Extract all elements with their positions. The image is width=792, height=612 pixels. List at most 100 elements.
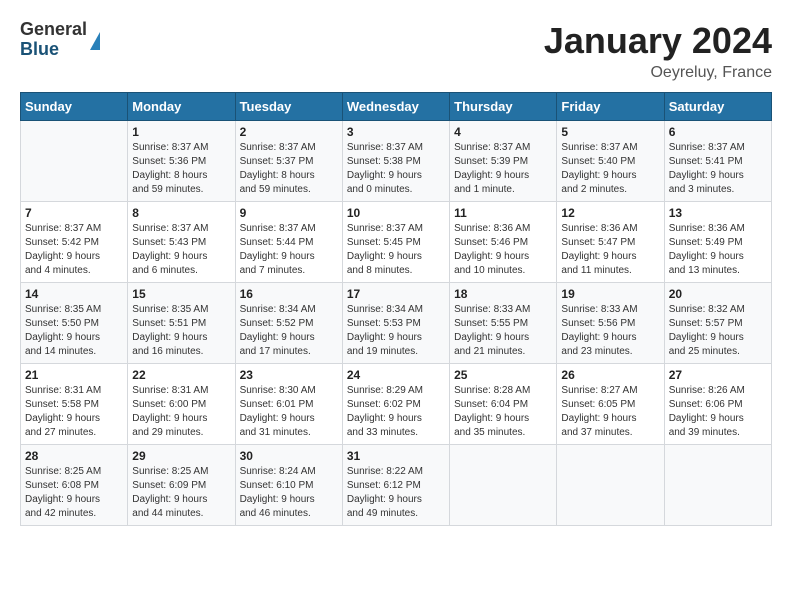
calendar-cell: 3 Sunrise: 8:37 AMSunset: 5:38 PMDaylight…: [342, 121, 449, 202]
day-number: 13: [669, 206, 767, 220]
calendar-cell: 17Sunrise: 8:34 AMSunset: 5:53 PMDayligh…: [342, 283, 449, 364]
day-info: Sunrise: 8:34 AMSunset: 5:53 PMDaylight:…: [347, 303, 445, 359]
day-number: 26: [561, 368, 659, 382]
day-number: 10: [347, 206, 445, 220]
day-number: 27: [669, 368, 767, 382]
calendar-cell: 10 Sunrise: 8:37 AMSunset: 5:45 PMDayligh…: [342, 202, 449, 283]
day-info: Sunrise: 8:29 AMSunset: 6:02 PMDaylight:…: [347, 384, 445, 440]
day-number: 20: [669, 287, 767, 301]
day-info: Sunrise: 8:33 AMSunset: 5:55 PMDaylight:…: [454, 303, 552, 359]
day-number: 7: [25, 206, 123, 220]
weekday-header-wednesday: Wednesday: [342, 93, 449, 121]
calendar-cell: 26 Sunrise: 8:27 AMSunset: 6:05 PMDayligh…: [557, 364, 664, 445]
calendar-cell: 9Sunrise: 8:37 AMSunset: 5:44 PMDaylight…: [235, 202, 342, 283]
calendar-cell: 2 Sunrise: 8:37 AMSunset: 5:37 PMDaylight…: [235, 121, 342, 202]
day-info: Sunrise: 8:34 AMSunset: 5:52 PMDaylight:…: [240, 303, 338, 359]
day-number: 14: [25, 287, 123, 301]
weekday-header-saturday: Saturday: [664, 93, 771, 121]
day-number: 15: [132, 287, 230, 301]
calendar-cell: 16 Sunrise: 8:34 AMSunset: 5:52 PMDayligh…: [235, 283, 342, 364]
header: General Blue January 2024 Oeyreluy, Fran…: [20, 20, 772, 82]
calendar-cell: 5Sunrise: 8:37 AMSunset: 5:40 PMDaylight…: [557, 121, 664, 202]
calendar-cell: 21 Sunrise: 8:31 AMSunset: 5:58 PMDayligh…: [21, 364, 128, 445]
day-number: 28: [25, 449, 123, 463]
day-info: Sunrise: 8:26 AMSunset: 6:06 PMDaylight:…: [669, 384, 767, 440]
day-number: 16: [240, 287, 338, 301]
weekday-header-row: SundayMondayTuesdayWednesdayThursdayFrid…: [21, 93, 772, 121]
day-number: 11: [454, 206, 552, 220]
calendar-cell: 14 Sunrise: 8:35 AMSunset: 5:50 PMDayligh…: [21, 283, 128, 364]
week-row-1: 1 Sunrise: 8:37 AMSunset: 5:36 PMDaylight…: [21, 121, 772, 202]
day-number: 8: [132, 206, 230, 220]
logo-blue-text: Blue: [20, 40, 87, 60]
calendar-cell: 29Sunrise: 8:25 AMSunset: 6:09 PMDayligh…: [128, 445, 235, 526]
calendar-cell: 12 Sunrise: 8:36 AMSunset: 5:47 PMDayligh…: [557, 202, 664, 283]
day-number: 21: [25, 368, 123, 382]
day-info: Sunrise: 8:35 AMSunset: 5:50 PMDaylight:…: [25, 303, 123, 359]
calendar-cell: [664, 445, 771, 526]
weekday-header-monday: Monday: [128, 93, 235, 121]
week-row-2: 7Sunrise: 8:37 AMSunset: 5:42 PMDaylight…: [21, 202, 772, 283]
calendar-cell: 11 Sunrise: 8:36 AMSunset: 5:46 PMDayligh…: [450, 202, 557, 283]
day-info: Sunrise: 8:24 AMSunset: 6:10 PMDaylight:…: [240, 465, 338, 521]
calendar-cell: [557, 445, 664, 526]
calendar-cell: 31Sunrise: 8:22 AMSunset: 6:12 PMDayligh…: [342, 445, 449, 526]
day-number: 12: [561, 206, 659, 220]
day-number: 22: [132, 368, 230, 382]
day-info: Sunrise: 8:35 AMSunset: 5:51 PMDaylight:…: [132, 303, 230, 359]
calendar-cell: [21, 121, 128, 202]
week-row-5: 28 Sunrise: 8:25 AMSunset: 6:08 PMDayligh…: [21, 445, 772, 526]
day-info: Sunrise: 8:37 AMSunset: 5:43 PMDaylight:…: [132, 222, 230, 278]
day-number: 30: [240, 449, 338, 463]
day-number: 3: [347, 125, 445, 139]
day-info: Sunrise: 8:37 AMSunset: 5:41 PMDaylight:…: [669, 141, 767, 197]
day-number: 31: [347, 449, 445, 463]
day-info: Sunrise: 8:37 AMSunset: 5:36 PMDaylight:…: [132, 141, 230, 197]
day-info: Sunrise: 8:27 AMSunset: 6:05 PMDaylight:…: [561, 384, 659, 440]
week-row-3: 14 Sunrise: 8:35 AMSunset: 5:50 PMDayligh…: [21, 283, 772, 364]
weekday-header-friday: Friday: [557, 93, 664, 121]
day-number: 6: [669, 125, 767, 139]
calendar-cell: 8 Sunrise: 8:37 AMSunset: 5:43 PMDaylight…: [128, 202, 235, 283]
logo-triangle-icon: [90, 32, 100, 50]
calendar-title: January 2024: [544, 20, 772, 62]
calendar-cell: 7Sunrise: 8:37 AMSunset: 5:42 PMDaylight…: [21, 202, 128, 283]
day-info: Sunrise: 8:37 AMSunset: 5:37 PMDaylight:…: [240, 141, 338, 197]
day-info: Sunrise: 8:36 AMSunset: 5:46 PMDaylight:…: [454, 222, 552, 278]
day-info: Sunrise: 8:30 AMSunset: 6:01 PMDaylight:…: [240, 384, 338, 440]
day-info: Sunrise: 8:32 AMSunset: 5:57 PMDaylight:…: [669, 303, 767, 359]
day-number: 25: [454, 368, 552, 382]
calendar-cell: 4Sunrise: 8:37 AMSunset: 5:39 PMDaylight…: [450, 121, 557, 202]
day-number: 19: [561, 287, 659, 301]
day-info: Sunrise: 8:37 AMSunset: 5:38 PMDaylight:…: [347, 141, 445, 197]
week-row-4: 21 Sunrise: 8:31 AMSunset: 5:58 PMDayligh…: [21, 364, 772, 445]
calendar-cell: 20 Sunrise: 8:32 AMSunset: 5:57 PMDayligh…: [664, 283, 771, 364]
calendar-table: SundayMondayTuesdayWednesdayThursdayFrid…: [20, 92, 772, 526]
calendar-cell: 15 Sunrise: 8:35 AMSunset: 5:51 PMDayligh…: [128, 283, 235, 364]
day-info: Sunrise: 8:37 AMSunset: 5:45 PMDaylight:…: [347, 222, 445, 278]
day-number: 18: [454, 287, 552, 301]
day-info: Sunrise: 8:31 AMSunset: 6:00 PMDaylight:…: [132, 384, 230, 440]
weekday-header-sunday: Sunday: [21, 93, 128, 121]
calendar-subtitle: Oeyreluy, France: [544, 64, 772, 82]
calendar-cell: 13 Sunrise: 8:36 AMSunset: 5:49 PMDayligh…: [664, 202, 771, 283]
day-number: 23: [240, 368, 338, 382]
logo-general-text: General: [20, 20, 87, 40]
day-number: 1: [132, 125, 230, 139]
calendar-cell: 28 Sunrise: 8:25 AMSunset: 6:08 PMDayligh…: [21, 445, 128, 526]
day-number: 2: [240, 125, 338, 139]
day-info: Sunrise: 8:25 AMSunset: 6:08 PMDaylight:…: [25, 465, 123, 521]
calendar-cell: 1 Sunrise: 8:37 AMSunset: 5:36 PMDaylight…: [128, 121, 235, 202]
day-info: Sunrise: 8:36 AMSunset: 5:47 PMDaylight:…: [561, 222, 659, 278]
calendar-cell: 30 Sunrise: 8:24 AMSunset: 6:10 PMDayligh…: [235, 445, 342, 526]
day-info: Sunrise: 8:31 AMSunset: 5:58 PMDaylight:…: [25, 384, 123, 440]
weekday-header-thursday: Thursday: [450, 93, 557, 121]
calendar-cell: 25Sunrise: 8:28 AMSunset: 6:04 PMDayligh…: [450, 364, 557, 445]
title-block: January 2024 Oeyreluy, France: [544, 20, 772, 82]
calendar-cell: 6 Sunrise: 8:37 AMSunset: 5:41 PMDaylight…: [664, 121, 771, 202]
day-info: Sunrise: 8:36 AMSunset: 5:49 PMDaylight:…: [669, 222, 767, 278]
calendar-cell: 18 Sunrise: 8:33 AMSunset: 5:55 PMDayligh…: [450, 283, 557, 364]
day-number: 24: [347, 368, 445, 382]
day-number: 5: [561, 125, 659, 139]
logo: General Blue: [20, 20, 100, 60]
